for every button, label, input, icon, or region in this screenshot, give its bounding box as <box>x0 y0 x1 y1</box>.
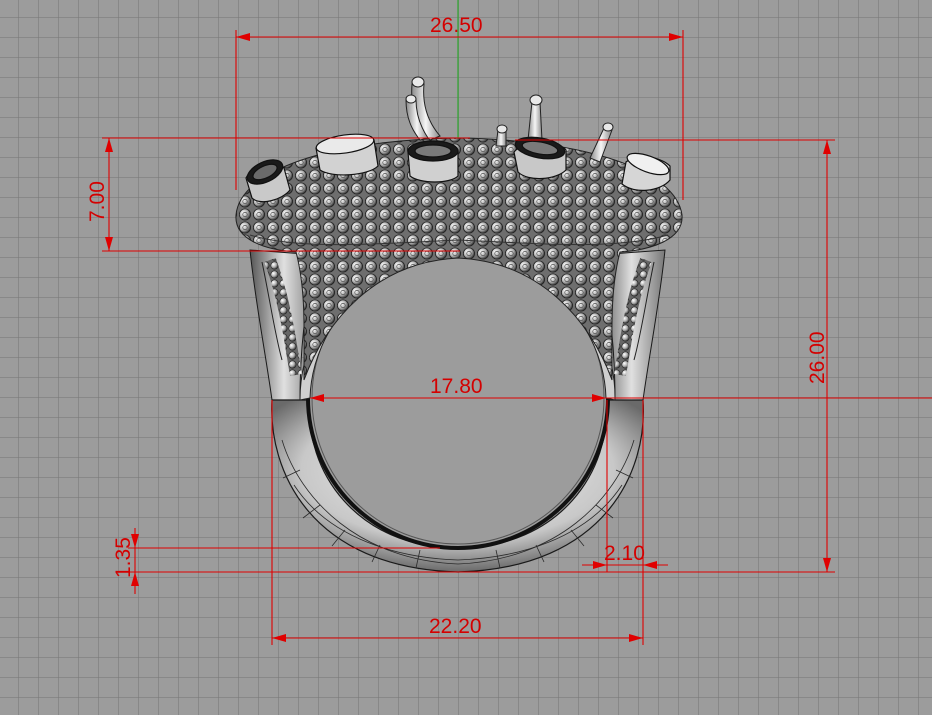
dimension-bottom-thickness-label: 1.35 <box>112 537 135 578</box>
viewport-drawing: 26.50 7.00 26.00 17.80 1.35 2.10 22.20 <box>86 0 932 645</box>
viewport-front[interactable]: 26.50 7.00 26.00 17.80 1.35 2.10 22.20 <box>0 0 932 715</box>
dimension-side-thickness-label: 2.10 <box>604 542 645 565</box>
dimension-outer-width-label: 22.20 <box>429 615 482 638</box>
dimension-top-width-label: 26.50 <box>430 14 483 37</box>
dimension-head-height-label: 7.00 <box>86 181 109 222</box>
ring-model-icon[interactable] <box>235 76 683 573</box>
dimension-total-height-label: 26.00 <box>806 331 829 384</box>
dimension-inner-diameter-label: 17.80 <box>430 375 483 398</box>
